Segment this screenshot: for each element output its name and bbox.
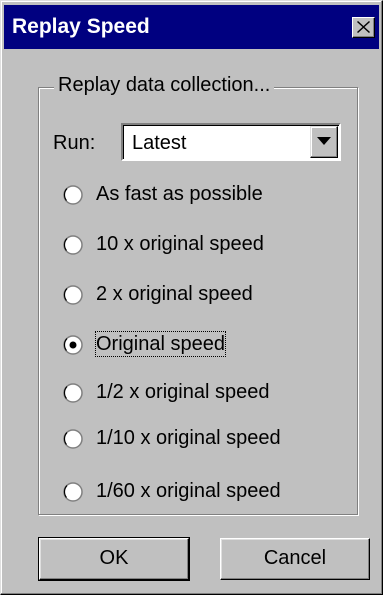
run-select-value: Latest bbox=[132, 132, 187, 154]
window-title: Replay Speed bbox=[12, 15, 150, 38]
radio-label: As fast as possible bbox=[96, 183, 263, 205]
radio-label: 1/10 x original speed bbox=[96, 427, 281, 449]
radio-button-icon[interactable] bbox=[63, 383, 83, 403]
radio-label: Original speed bbox=[95, 331, 226, 357]
radio-label: 10 x original speed bbox=[96, 233, 264, 255]
cancel-button[interactable]: Cancel bbox=[220, 538, 370, 580]
radio-button-icon[interactable] bbox=[63, 285, 83, 305]
close-icon bbox=[357, 21, 370, 33]
title-bar[interactable]: Replay Speed bbox=[4, 5, 379, 49]
radio-button-icon[interactable] bbox=[63, 482, 83, 502]
close-button[interactable] bbox=[352, 17, 375, 38]
run-label: Run: bbox=[53, 132, 96, 154]
chevron-down-icon bbox=[317, 137, 331, 145]
ok-button[interactable]: OK bbox=[38, 537, 190, 581]
radio-label: 2 x original speed bbox=[96, 283, 253, 305]
radio-button-icon[interactable] bbox=[63, 429, 83, 449]
radio-button-icon[interactable] bbox=[63, 235, 83, 255]
radio-button-icon[interactable] bbox=[63, 185, 83, 205]
radio-label: 1/60 x original speed bbox=[96, 480, 281, 502]
replay-speed-dialog: Replay Speed Replay data collection... R… bbox=[0, 0, 383, 595]
run-dropdown-button[interactable] bbox=[310, 126, 338, 158]
radio-button-selected-icon[interactable] bbox=[63, 335, 83, 355]
radio-label: 1/2 x original speed bbox=[96, 381, 270, 403]
run-select[interactable]: Latest bbox=[121, 123, 341, 161]
groupbox-label: Replay data collection... bbox=[54, 73, 275, 97]
